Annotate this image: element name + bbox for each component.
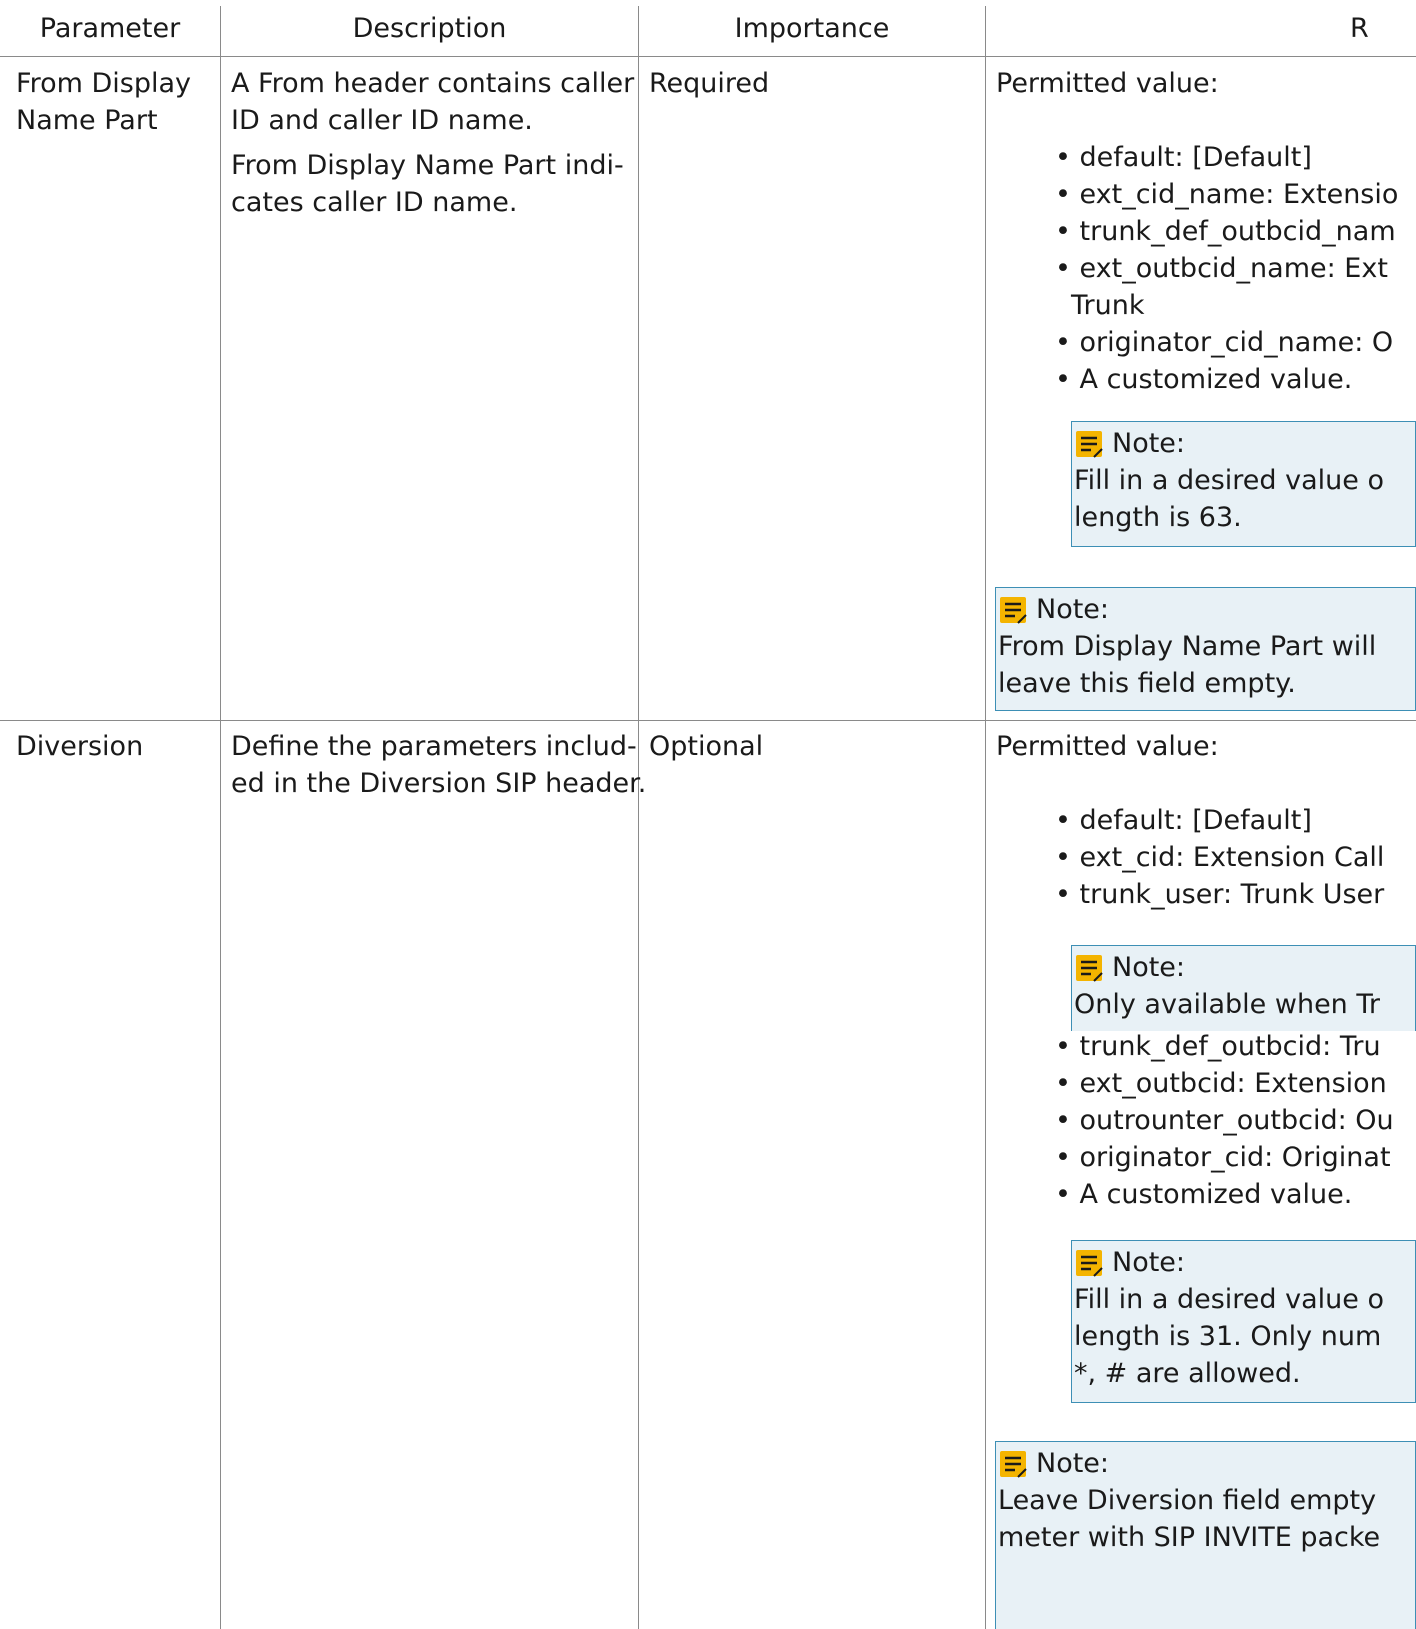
description-line: ed in the Diversion SIP header. (231, 768, 647, 799)
row-from-display-name-part-description: A From header contains caller ID and cal… (231, 65, 634, 221)
list-item: A customized value. (1055, 361, 1393, 398)
note-title: Note: (1036, 1448, 1110, 1479)
description-line: cates caller ID name. (231, 187, 518, 218)
description-line: Define the parameters includ- (231, 731, 637, 762)
row-diversion-importance: Optional (649, 731, 764, 762)
note-header: Note: (998, 1445, 1409, 1482)
remark-value-list: trunk_def_outbcid: Tru ext_outbcid: Exte… (1055, 1028, 1394, 1213)
header-description: Description (352, 13, 507, 44)
row-divider (0, 720, 1416, 721)
note-box: Note: From Display Name Part will leave … (995, 587, 1416, 711)
parameter-name-line: Name Part (16, 105, 158, 136)
note-title: Note: (1112, 952, 1186, 983)
note-icon (1074, 429, 1104, 459)
note-header: Note: (1074, 1244, 1409, 1281)
note-text-line: Only available when Tr (1074, 989, 1381, 1020)
note-text-line: Fill in a desired value o (1074, 465, 1384, 496)
remark-value-list: originator_cid_name: O A customized valu… (1055, 324, 1394, 398)
note-title: Note: (1112, 428, 1186, 459)
note-title: Note: (1036, 594, 1110, 625)
note-text-line: length is 63. (1074, 502, 1242, 533)
row-diversion-remark-intro: Permitted value: (996, 731, 1219, 762)
list-item: ext_outbcid: Extension (1055, 1065, 1394, 1102)
description-line: ID and caller ID name. (231, 105, 533, 136)
note-box: Note: Only available when Tr (1071, 945, 1416, 1031)
header-divider (0, 56, 1416, 57)
list-item: originator_cid_name: O (1055, 324, 1394, 361)
note-text-line: meter with SIP INVITE packe (998, 1522, 1381, 1553)
note-text-line: From Display Name Part will (998, 631, 1377, 662)
row-diversion-description: Define the parameters includ- ed in the … (231, 728, 646, 802)
description-line: A From header contains caller (231, 68, 635, 99)
list-item: outrounter_outbcid: Ou (1055, 1102, 1394, 1139)
remark-value-list: default: [Default] ext_cid: Extension Ca… (1055, 802, 1385, 913)
list-item: originator_cid: Originat (1055, 1139, 1394, 1176)
header-parameter: Parameter (39, 13, 181, 44)
list-item: ext_outbcid_name: Ext (1055, 250, 1398, 287)
note-icon (1074, 953, 1104, 983)
description-line: From Display Name Part indi- (231, 150, 624, 181)
list-item: trunk_def_outbcid: Tru (1055, 1028, 1394, 1065)
note-header: Note: (1074, 425, 1409, 462)
column-divider (985, 6, 986, 1629)
note-box: Note: Fill in a desired value o length i… (1071, 421, 1416, 547)
list-item: ext_cid: Extension Call (1055, 839, 1385, 876)
list-item: ext_cid_name: Extensio (1055, 176, 1399, 213)
note-header: Note: (1074, 949, 1409, 986)
note-title: Note: (1112, 1247, 1186, 1278)
row-from-display-name-part-parameter: From Display Name Part (16, 65, 191, 139)
note-text-line: *, # are allowed. (1074, 1358, 1301, 1389)
note-text-line: Leave Diversion field empty (998, 1485, 1377, 1516)
list-item: default: [Default] (1055, 139, 1398, 176)
header-importance: Importance (734, 13, 890, 44)
note-text-line: length is 31. Only num (1074, 1321, 1382, 1352)
note-box: Note: Leave Diversion field empty meter … (995, 1441, 1416, 1629)
note-text-line: Fill in a desired value o (1074, 1284, 1384, 1315)
note-icon (998, 595, 1028, 625)
row-diversion-parameter: Diversion (16, 728, 143, 765)
row-from-display-name-part-importance: Required (649, 68, 770, 99)
parameter-table: Parameter Description Importance R From … (0, 0, 1416, 1629)
row-from-display-name-part-remark-intro: Permitted value: (996, 68, 1219, 99)
note-box: Note: Fill in a desired value o length i… (1071, 1240, 1416, 1403)
column-divider (638, 6, 639, 1629)
list-item: A customized value. (1055, 1176, 1394, 1213)
list-item-continuation: Trunk (1071, 290, 1145, 321)
note-header: Note: (998, 591, 1409, 628)
note-text-line: leave this field empty. (998, 668, 1296, 699)
list-item: trunk_user: Trunk User (1055, 876, 1385, 913)
parameter-name-line: From Display (16, 68, 191, 99)
parameter-name-line: Diversion (16, 731, 144, 762)
list-item: default: [Default] (1055, 802, 1384, 839)
header-remark: R (1350, 13, 1369, 44)
remark-value-list: default: [Default] ext_cid_name: Extensi… (1055, 139, 1399, 287)
list-item: trunk_def_outbcid_nam (1055, 213, 1398, 250)
column-divider (220, 6, 221, 1629)
note-icon (1074, 1248, 1104, 1278)
note-icon (998, 1449, 1028, 1479)
